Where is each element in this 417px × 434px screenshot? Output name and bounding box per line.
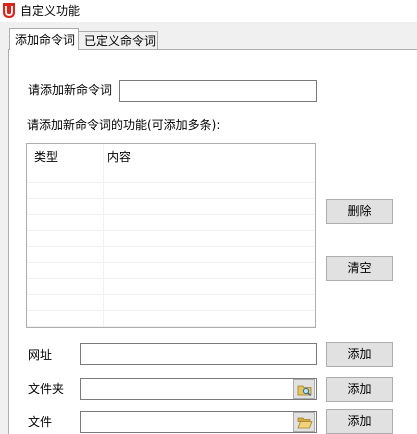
tab-add-command[interactable]: 添加命令词 [9, 28, 79, 50]
clear-button[interactable]: 清空 [326, 256, 393, 281]
table-row [27, 198, 315, 215]
delete-button[interactable]: 删除 [326, 199, 393, 224]
table-row [27, 310, 315, 327]
column-header-type: 类型 [34, 150, 59, 164]
browse-file-button[interactable] [293, 412, 315, 432]
folder-label: 文件夹 [28, 382, 65, 396]
url-label: 网址 [28, 348, 53, 362]
open-folder-icon [297, 417, 313, 429]
table-row [27, 294, 315, 311]
function-table[interactable]: 类型 内容 [26, 143, 316, 328]
table-row [27, 182, 315, 199]
file-label: 文件 [28, 415, 53, 429]
table-row [27, 278, 315, 295]
browse-folder-button[interactable] [293, 379, 315, 399]
functions-label: 请添加新命令词的功能(可添加多条): [27, 118, 221, 132]
folder-search-icon [297, 385, 312, 396]
url-input[interactable] [80, 343, 317, 365]
new-command-label: 请添加新命令词 [28, 83, 113, 97]
add-url-button[interactable]: 添加 [326, 342, 393, 367]
table-row [27, 166, 315, 183]
table-row [27, 262, 315, 279]
table-row [27, 230, 315, 247]
new-command-input[interactable] [119, 80, 317, 102]
tab-defined-commands[interactable]: 已定义命令词 [79, 31, 158, 50]
window-title: 自定义功能 [20, 4, 81, 18]
folder-input[interactable] [80, 378, 317, 400]
add-folder-button[interactable]: 添加 [326, 377, 393, 402]
title-bar: 自定义功能 [0, 0, 417, 22]
add-file-button[interactable]: 添加 [326, 409, 393, 434]
column-header-content: 内容 [107, 150, 132, 164]
table-row [27, 214, 315, 231]
file-input[interactable] [80, 411, 317, 433]
app-logo-icon [3, 3, 15, 18]
table-row [27, 246, 315, 263]
